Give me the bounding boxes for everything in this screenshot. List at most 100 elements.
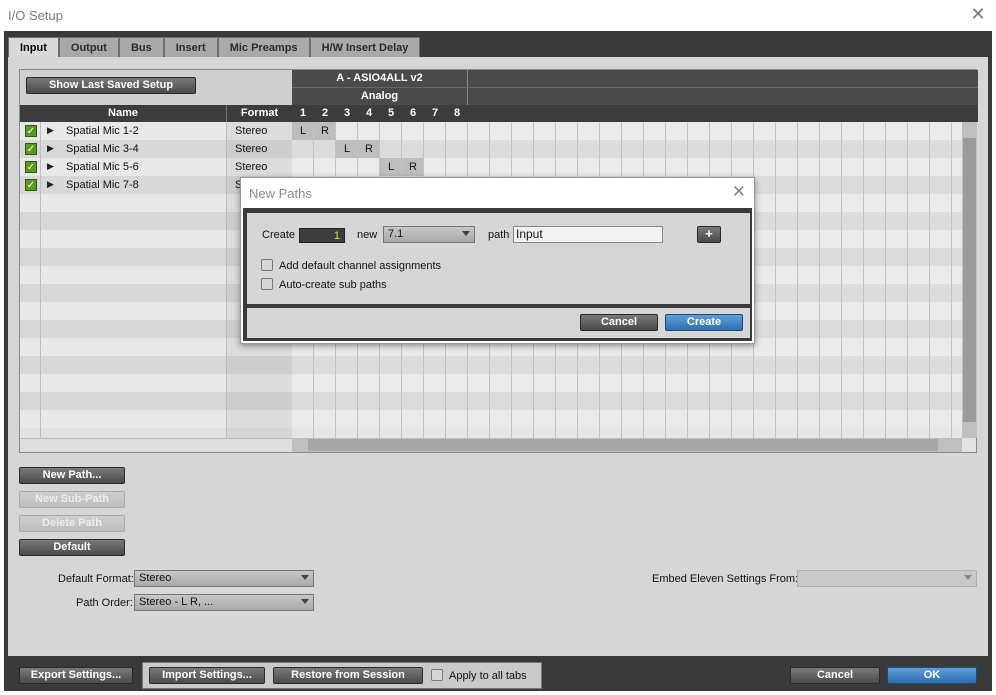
channel-number: 3 (343, 107, 351, 119)
grid-row (292, 356, 962, 374)
channel-assignment-cell[interactable]: L (292, 122, 314, 140)
channel-assignment-cell[interactable]: R (314, 122, 336, 140)
grid-line (863, 122, 864, 438)
horizontal-scrollbar[interactable] (292, 438, 962, 452)
tab-bus[interactable]: Bus (118, 37, 164, 57)
embed-settings-label: Embed Eleven Settings From: (652, 573, 799, 585)
group-header: Analog (292, 87, 978, 105)
tab-insert[interactable]: Insert (163, 37, 218, 57)
close-icon[interactable]: ✕ (732, 182, 746, 202)
scroll-thumb[interactable] (308, 439, 938, 451)
tab-mic-preamps[interactable]: Mic Preamps (217, 37, 310, 57)
table-toolbar: Show Last Saved Setup (20, 70, 292, 105)
device-name: A - ASIO4ALL v2 (292, 70, 468, 87)
dialog-create-button[interactable]: Create (665, 314, 743, 331)
path-enabled-checkbox[interactable]: ✓ (25, 179, 37, 191)
import-settings-button[interactable]: Import Settings... (149, 667, 265, 684)
path-count-field[interactable]: 1 (299, 228, 345, 243)
grid-line (775, 122, 776, 438)
channel-assignment-cell[interactable]: L (380, 158, 402, 176)
path-format-value: 7.1 (388, 228, 404, 240)
column-header-name[interactable]: Name (20, 105, 226, 122)
path-name[interactable]: Spatial Mic 3-4 (66, 143, 139, 155)
vertical-scrollbar[interactable] (962, 122, 977, 438)
default-format-value: Stereo (139, 572, 172, 584)
channel-number: 4 (365, 107, 373, 119)
channel-assignment-cell[interactable]: R (402, 158, 424, 176)
default-assignments-checkbox[interactable] (261, 259, 273, 271)
default-assignments-label: Add default channel assignments (279, 260, 442, 272)
show-last-saved-button[interactable]: Show Last Saved Setup (26, 77, 196, 94)
close-icon[interactable]: ✕ (968, 4, 988, 24)
grid-line (929, 122, 930, 438)
apply-to-all-tabs-checkbox[interactable] (431, 669, 443, 681)
window-title: I/O Setup (8, 8, 63, 23)
grid-line (907, 122, 908, 438)
path-name[interactable]: Spatial Mic 1-2 (66, 125, 139, 137)
delete-path-button[interactable]: Delete Path (19, 515, 125, 532)
create-label: Create (262, 229, 296, 241)
default-button[interactable]: Default (19, 539, 125, 556)
tab-input[interactable]: Input (8, 37, 59, 58)
scroll-thumb[interactable] (963, 138, 976, 422)
path-name-input[interactable]: Input (513, 226, 663, 243)
channel-assignment-cell[interactable]: R (358, 140, 380, 158)
grid-line (797, 122, 798, 438)
grid-row: LR (292, 140, 962, 158)
channel-number: 6 (409, 107, 417, 119)
path-order-select[interactable]: Stereo - L R, ... (134, 594, 314, 611)
channel-number: 8 (453, 107, 461, 119)
new-sub-path-button[interactable]: New Sub-Path (19, 491, 125, 508)
export-settings-button[interactable]: Export Settings... (19, 667, 133, 684)
channel-assignment-cell[interactable]: L (336, 140, 358, 158)
chevron-down-icon (462, 231, 470, 236)
column-header-format[interactable]: Format (226, 105, 292, 122)
default-format-label: Default Format: (58, 573, 134, 585)
chevron-down-icon (964, 575, 972, 580)
grid-row (292, 410, 962, 428)
path-label: path (488, 229, 510, 241)
auto-sub-paths-label: Auto-create sub paths (279, 279, 387, 291)
grid-line (841, 122, 842, 438)
tab-output[interactable]: Output (58, 37, 119, 57)
chevron-down-icon (301, 599, 309, 604)
path-name[interactable]: Spatial Mic 7-8 (66, 179, 139, 191)
expand-triangle-icon[interactable]: ▶ (47, 125, 54, 136)
path-enabled-checkbox[interactable]: ✓ (25, 143, 37, 155)
grid-line (885, 122, 886, 438)
default-format-select[interactable]: Stereo (134, 570, 314, 587)
tab-hw-insert-delay[interactable]: H/W Insert Delay (309, 37, 421, 57)
channel-number: 1 (299, 107, 307, 119)
ok-button[interactable]: OK (887, 667, 977, 684)
path-enabled-checkbox[interactable]: ✓ (25, 125, 37, 137)
path-name[interactable]: Spatial Mic 5-6 (66, 161, 139, 173)
window-titlebar: I/O Setup ✕ (0, 0, 996, 30)
auto-sub-paths-checkbox[interactable] (261, 278, 273, 290)
expand-triangle-icon[interactable]: ▶ (47, 161, 54, 172)
restore-from-session-button[interactable]: Restore from Session (273, 667, 423, 684)
embed-settings-select[interactable] (797, 570, 977, 587)
channel-number: 7 (431, 107, 439, 119)
channel-number: 5 (387, 107, 395, 119)
column-divider (40, 122, 41, 438)
group-name: Analog (292, 88, 468, 105)
channel-number: 2 (321, 107, 329, 119)
expand-triangle-icon[interactable]: ▶ (47, 179, 54, 190)
dialog-cancel-button[interactable]: Cancel (580, 314, 658, 331)
path-format-select[interactable]: 7.1 (383, 226, 475, 243)
apply-to-all-tabs-label: Apply to all tabs (449, 670, 527, 682)
grid-line (819, 122, 820, 438)
expand-triangle-icon[interactable]: ▶ (47, 143, 54, 154)
cancel-button[interactable]: Cancel (790, 667, 880, 684)
new-paths-dialog: New Paths ✕ Create 1 new 7.1 path Input … (240, 177, 755, 344)
new-path-button[interactable]: New Path... (19, 467, 125, 484)
path-order-label: Path Order: (76, 597, 133, 609)
dialog-footer: Cancel Create (247, 308, 750, 338)
add-row-button[interactable]: + (697, 226, 721, 243)
path-enabled-checkbox[interactable]: ✓ (25, 161, 37, 173)
dialog-body: Create 1 new 7.1 path Input + Add defaul… (247, 213, 750, 304)
grid-row: LR (292, 158, 962, 176)
tab-bar: Input Output Bus Insert Mic Preamps H/W … (8, 37, 421, 58)
grid-line (951, 122, 952, 438)
grid-row (292, 392, 962, 410)
